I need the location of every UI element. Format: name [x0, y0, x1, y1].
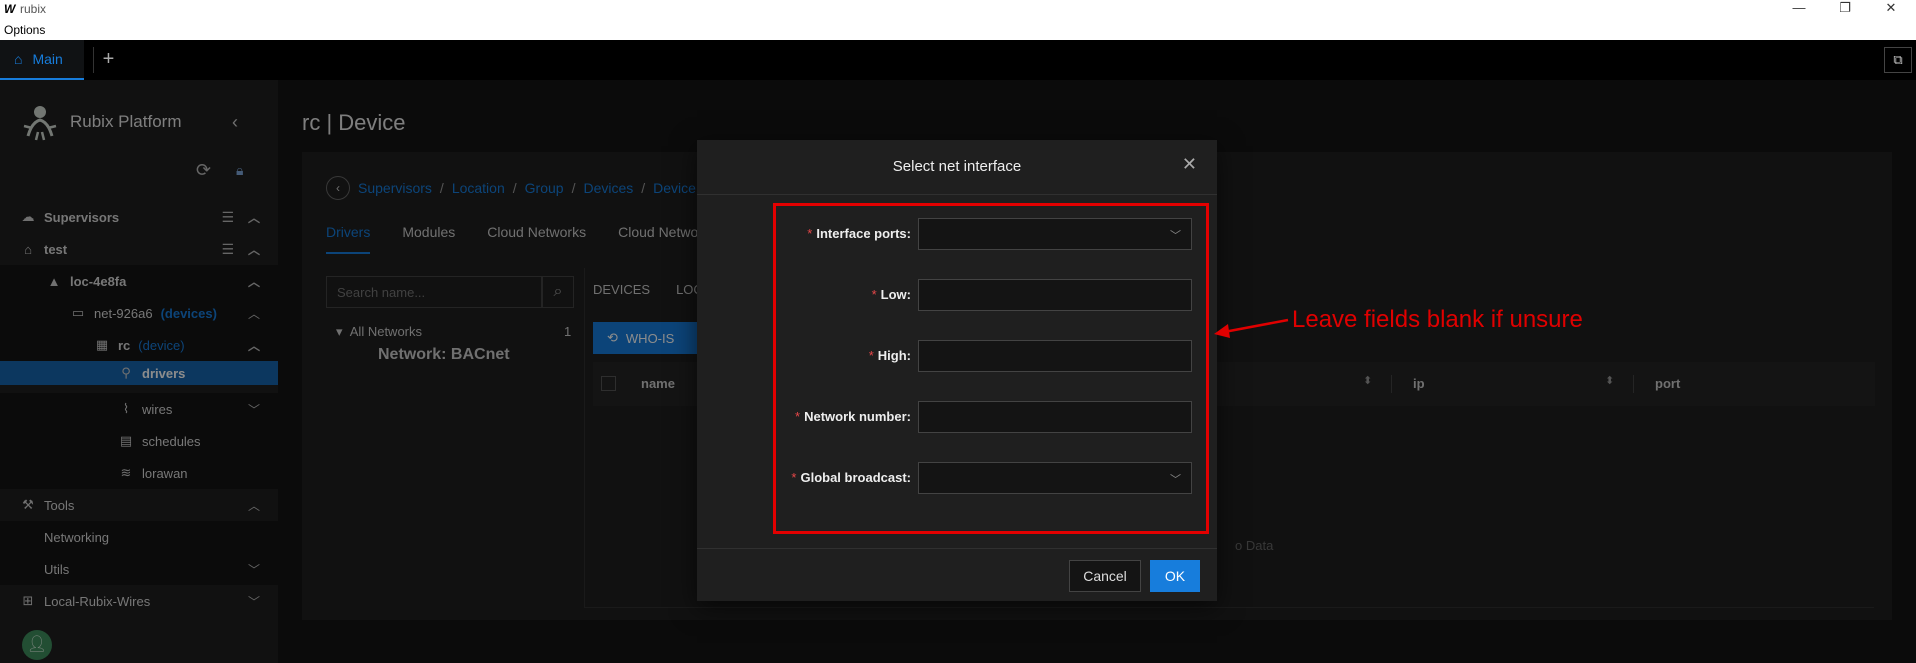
tab-main[interactable]: ⌂ Main	[0, 40, 84, 80]
add-tab-button[interactable]: +	[93, 47, 123, 73]
home-icon: ⌂	[14, 51, 23, 67]
annotation-text: Leave fields blank if unsure	[1292, 306, 1583, 333]
annotation-arrow-icon	[1214, 318, 1289, 338]
annotation-highlight-box	[773, 203, 1209, 534]
minimize-button[interactable]: —	[1776, 0, 1822, 20]
tab-bar: ⌂ Main + ⧉	[0, 40, 1916, 80]
modal-title: Select net interface	[892, 158, 1022, 175]
window-titlebar: W rubix — ❐ ✕	[0, 0, 1916, 20]
menu-options[interactable]: Options	[4, 23, 45, 37]
cancel-button[interactable]: Cancel	[1069, 560, 1141, 592]
close-window-button[interactable]: ✕	[1868, 0, 1914, 20]
menu-bar: Options	[0, 20, 1916, 40]
modal-header: Select net interface ✕	[697, 140, 1217, 195]
tab-main-label: Main	[32, 51, 63, 67]
restore-button[interactable]: ❐	[1822, 0, 1868, 20]
layout-icon[interactable]: ⧉	[1884, 47, 1912, 73]
app-logo: W	[4, 2, 16, 16]
ok-button[interactable]: OK	[1150, 560, 1200, 592]
close-icon[interactable]: ✕	[1182, 154, 1197, 175]
window-title: rubix	[20, 2, 47, 16]
